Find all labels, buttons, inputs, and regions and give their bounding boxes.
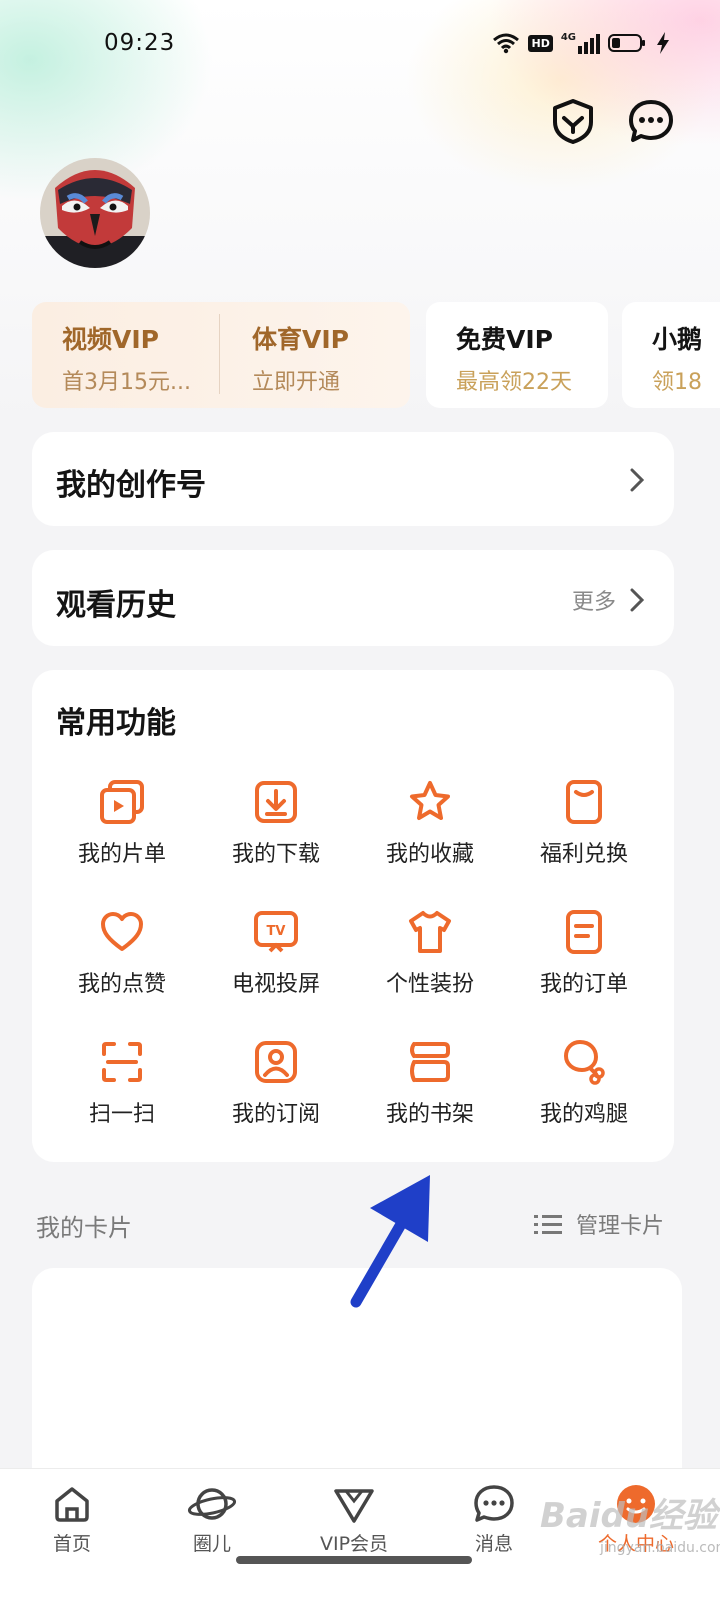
- common-functions-card: 常用功能 我的片单 我的下载 我的收藏 福利兑换 我的点赞 TV 电视投屏 个性…: [32, 670, 674, 1162]
- function-label: 我的书架: [385, 1102, 474, 1127]
- creator-title: 我的创作号: [56, 468, 206, 503]
- nav-item-vip[interactable]: VIP会员: [294, 1483, 414, 1556]
- chevron-right-icon: [630, 588, 645, 612]
- history-more-link[interactable]: 更多: [572, 576, 662, 620]
- shield-button[interactable]: [548, 96, 598, 146]
- order-icon: [566, 910, 602, 954]
- function-label: 我的收藏: [385, 842, 474, 867]
- list-icon: [534, 1215, 562, 1234]
- home-icon: [55, 1487, 89, 1522]
- nav-label: 消息: [474, 1533, 513, 1555]
- vip-card-subtitle: 领18: [652, 370, 702, 395]
- message-icon: [474, 1485, 514, 1522]
- vip-card-video-sports: 视频VIP 首3月15元... 体育VIP 立即开通: [32, 302, 410, 408]
- battery-icon: [608, 34, 645, 52]
- function-item-tv-cast[interactable]: TV 电视投屏: [196, 908, 356, 1018]
- watermark-url: jingyan.baidu.com: [600, 1540, 720, 1556]
- nav-label: VIP会员: [319, 1533, 389, 1555]
- network-type: 4G: [560, 32, 576, 43]
- svg-text:TV: TV: [267, 924, 286, 939]
- function-item-subscriptions[interactable]: 我的订阅: [196, 1038, 356, 1148]
- hd-icon: HD: [528, 34, 553, 52]
- function-label: 个性装扮: [385, 972, 474, 997]
- function-label: 我的订阅: [231, 1102, 320, 1127]
- vip-card-subtitle: 立即开通: [252, 370, 341, 395]
- vip-divider: [219, 314, 220, 394]
- vip-card-subtitle: 首3月15元...: [62, 370, 191, 395]
- vip-card-free[interactable]: 免费VIP 最高领22天: [426, 302, 608, 408]
- chat-icon: [629, 100, 673, 142]
- opera-mask-avatar-image: [40, 158, 150, 268]
- status-icons: HD 4G: [492, 32, 670, 54]
- function-item-welfare[interactable]: 福利兑换: [504, 778, 664, 888]
- watermark: Baidu经验: [540, 1496, 718, 1536]
- message-button[interactable]: [626, 96, 676, 146]
- home-indicator[interactable]: [236, 1556, 472, 1564]
- status-bar: 09:23 HD 4G: [0, 0, 720, 90]
- nav-item-messages[interactable]: 消息: [434, 1483, 554, 1556]
- vip-card-subtitle: 最高领22天: [456, 370, 572, 395]
- charging-icon: [657, 32, 669, 54]
- function-label: 扫一扫: [88, 1102, 155, 1127]
- star-icon: [410, 781, 450, 820]
- bookshelf-icon: [410, 1042, 450, 1082]
- creator-row[interactable]: 我的创作号: [32, 432, 674, 526]
- nav-item-circle[interactable]: 圈儿: [152, 1483, 272, 1556]
- function-item-orders[interactable]: 我的订单: [504, 908, 664, 1018]
- function-label: 我的片单: [77, 842, 166, 867]
- manage-cards-button[interactable]: 管理卡片: [532, 1204, 674, 1244]
- drumstick-icon: [563, 1039, 605, 1085]
- function-label: 福利兑换: [539, 842, 628, 867]
- history-row: 观看历史 更多: [32, 550, 674, 646]
- tshirt-icon: [409, 911, 451, 953]
- function-label: 电视投屏: [231, 972, 320, 997]
- vip-card-sports[interactable]: 体育VIP 立即开通: [222, 302, 410, 408]
- status-time: 09:23: [104, 30, 176, 56]
- signal-icon: 4G: [561, 32, 600, 54]
- vip-card-title: 体育VIP: [252, 325, 349, 354]
- nav-label: 首页: [52, 1533, 91, 1555]
- function-item-likes[interactable]: 我的点赞: [42, 908, 202, 1018]
- function-item-playlist[interactable]: 我的片单: [42, 778, 202, 888]
- vip-card-goose[interactable]: 小鹅 领18: [622, 302, 720, 408]
- function-label: 我的鸡腿: [539, 1102, 628, 1127]
- subscribe-icon: [255, 1041, 297, 1083]
- function-label: 我的订单: [539, 972, 628, 997]
- manage-cards-label: 管理卡片: [576, 1214, 665, 1239]
- shield-icon: [553, 99, 593, 144]
- avatar[interactable]: [40, 158, 150, 268]
- vip-card-video[interactable]: 视频VIP 首3月15元...: [32, 302, 220, 408]
- planet-icon: [187, 1488, 237, 1520]
- download-icon: [255, 781, 297, 823]
- function-item-dress-up[interactable]: 个性装扮: [350, 908, 510, 1018]
- vip-icon: [334, 1489, 374, 1523]
- nav-label: 圈儿: [192, 1533, 231, 1555]
- heart-icon: [101, 912, 143, 951]
- tv-icon: TV: [254, 911, 298, 953]
- wifi-icon: [493, 33, 520, 54]
- playlist-icon: [100, 780, 144, 824]
- function-label: 我的点赞: [77, 972, 166, 997]
- nav-item-home[interactable]: 首页: [12, 1483, 132, 1556]
- history-title: 观看历史: [56, 588, 176, 623]
- function-item-download[interactable]: 我的下载: [196, 778, 356, 888]
- my-cards-title: 我的卡片: [36, 1214, 132, 1242]
- function-item-bookshelf[interactable]: 我的书架: [350, 1038, 510, 1148]
- vip-card-title: 视频VIP: [62, 325, 159, 354]
- vip-card-title: 免费VIP: [456, 325, 553, 354]
- function-item-favorites[interactable]: 我的收藏: [350, 778, 510, 888]
- function-item-scan[interactable]: 扫一扫: [42, 1038, 202, 1148]
- coupon-icon: [566, 780, 602, 824]
- common-functions-title: 常用功能: [56, 706, 176, 741]
- scan-icon: [102, 1042, 142, 1082]
- function-item-drumstick[interactable]: 我的鸡腿: [504, 1038, 664, 1148]
- vip-strip: 视频VIP 首3月15元... 体育VIP 立即开通 免费VIP 最高领22天 …: [32, 302, 720, 408]
- history-more-label: 更多: [572, 590, 617, 615]
- vip-card-title: 小鹅: [652, 325, 703, 354]
- function-label: 我的下载: [231, 842, 320, 867]
- chevron-right-icon: [630, 468, 645, 492]
